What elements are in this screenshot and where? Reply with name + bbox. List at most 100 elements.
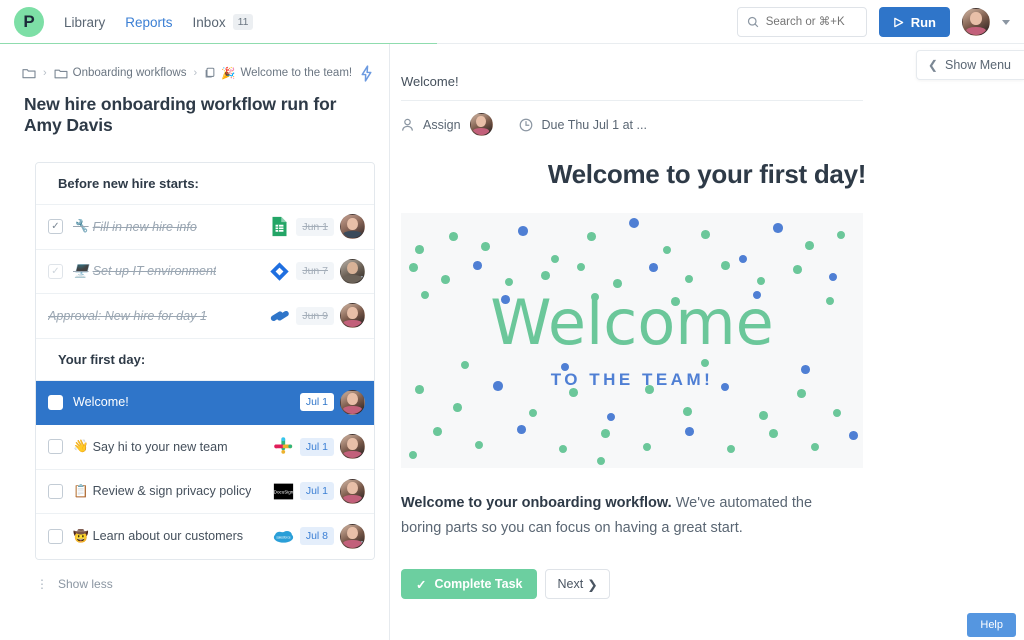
task-row[interactable]: 6 Welcome!Jul 1 bbox=[36, 380, 374, 425]
breadcrumb-item-welcome[interactable]: 🎉 Welcome to the team! bbox=[204, 66, 352, 80]
task-app-icon[interactable]: salesforce bbox=[273, 526, 294, 547]
task-section-header[interactable]: 1Before new hire starts: bbox=[36, 163, 374, 205]
task-due-date[interactable]: Jun 7 bbox=[296, 262, 334, 281]
assignee-avatar[interactable] bbox=[469, 113, 493, 136]
banner-confetti-dot bbox=[461, 361, 469, 369]
banner-confetti-dot bbox=[559, 445, 567, 453]
task-checkbox[interactable] bbox=[48, 394, 63, 410]
task-row[interactable]: 2 ✓🔧Fill in new hire info Jun 1 bbox=[36, 205, 374, 250]
task-row[interactable]: 3 ✓🖥️Set up IT environment Jun 72 bbox=[36, 249, 374, 294]
assign-label[interactable]: Assign bbox=[423, 118, 461, 132]
task-checkbox[interactable] bbox=[48, 483, 63, 499]
task-checkbox[interactable]: ✓ bbox=[48, 263, 63, 279]
nav-link-reports[interactable]: Reports bbox=[125, 15, 172, 30]
task-assignee-avatar[interactable]: 2 bbox=[340, 258, 365, 284]
breadcrumb-label-workflows: Onboarding workflows bbox=[72, 67, 187, 79]
banner-confetti-dot bbox=[829, 273, 837, 281]
banner-confetti-dot bbox=[793, 265, 802, 274]
banner-confetti-dot bbox=[629, 218, 639, 228]
banner-confetti-dot bbox=[561, 363, 569, 371]
banner-confetti-dot bbox=[727, 445, 735, 453]
task-checkbox[interactable] bbox=[48, 528, 63, 544]
banner-welcome-word: Welcome bbox=[490, 285, 774, 359]
task-app-icon[interactable] bbox=[273, 436, 294, 457]
task-row[interactable]: 8 📋Review & sign privacy policy DocuSign… bbox=[36, 469, 374, 514]
task-checkbox[interactable] bbox=[48, 439, 63, 455]
banner-confetti-dot bbox=[551, 255, 559, 263]
task-app-icon[interactable]: DocuSign bbox=[273, 481, 294, 502]
folder-icon[interactable] bbox=[22, 67, 36, 79]
next-button[interactable]: Next ❯ bbox=[545, 569, 610, 599]
jira-icon bbox=[270, 262, 289, 281]
show-less-button[interactable]: ⋮ Show less bbox=[36, 577, 389, 591]
assignee-count-badge: 2 bbox=[360, 275, 364, 283]
run-button[interactable]: Run bbox=[878, 7, 950, 37]
banner-confetti-dot bbox=[759, 411, 768, 420]
person-icon bbox=[401, 118, 414, 132]
task-app-icon[interactable] bbox=[269, 216, 290, 237]
show-menu-button[interactable]: ❮ Show Menu bbox=[915, 50, 1024, 80]
task-assignee-avatar[interactable] bbox=[340, 434, 365, 460]
search-icon bbox=[747, 16, 759, 28]
banner-confetti-dot bbox=[645, 385, 654, 394]
task-section-title: Your first day: bbox=[58, 351, 146, 367]
breadcrumb-separator-2: › bbox=[193, 67, 198, 79]
banner-confetti-dot bbox=[805, 241, 814, 250]
task-app-icon[interactable] bbox=[269, 261, 290, 282]
banner-confetti-dot bbox=[449, 232, 458, 241]
banner-confetti-dot bbox=[811, 443, 819, 451]
help-button[interactable]: Help bbox=[967, 613, 1016, 637]
breadcrumb-separator: › bbox=[43, 67, 47, 79]
task-row-label: Welcome! bbox=[73, 395, 129, 410]
banner-confetti-dot bbox=[721, 383, 729, 391]
user-avatar[interactable] bbox=[962, 8, 990, 36]
app-logo[interactable]: P bbox=[14, 7, 44, 37]
search-input[interactable] bbox=[765, 16, 857, 28]
banner-confetti-dot bbox=[473, 261, 482, 270]
banner-confetti-dot bbox=[481, 242, 490, 251]
task-due-date[interactable]: Jun 1 bbox=[296, 217, 334, 236]
task-assignee-avatar[interactable]: 2 bbox=[340, 523, 365, 549]
task-row-title: 🤠 Learn about our customers bbox=[73, 529, 243, 544]
task-due-date[interactable]: Jul 1 bbox=[299, 437, 334, 456]
banner-confetti-dot bbox=[649, 263, 658, 272]
complete-task-button[interactable]: ✓ Complete Task bbox=[401, 569, 538, 599]
next-button-label: Next bbox=[557, 577, 584, 591]
task-assignee-avatar[interactable] bbox=[340, 478, 365, 504]
banner-confetti-dot bbox=[409, 263, 418, 272]
task-due-date[interactable]: Jul 1 bbox=[299, 482, 334, 501]
right-panel: ❮ Show Menu Welcome! Assign Due Thu Jul … bbox=[390, 44, 1024, 640]
task-due-date[interactable]: Jul 8 bbox=[299, 527, 334, 546]
inbox-count-badge: 11 bbox=[232, 14, 254, 30]
complete-task-label: Complete Task bbox=[434, 577, 523, 591]
task-row-meta: salesforce Jul 8 2 bbox=[273, 523, 365, 549]
chevron-down-icon[interactable] bbox=[1002, 19, 1010, 25]
task-row-meta: Jun 1 bbox=[269, 214, 365, 240]
task-row-label: Approval: New hire for day 1 bbox=[48, 308, 207, 323]
task-row[interactable]: 9 🤠Learn about our customers salesforce … bbox=[36, 514, 374, 559]
task-row[interactable]: Approval: New hire for day 1 Jun 9 bbox=[36, 294, 374, 339]
search-box[interactable] bbox=[736, 7, 867, 37]
task-assignee-avatar[interactable] bbox=[340, 389, 365, 415]
task-checkbox[interactable]: ✓ bbox=[48, 219, 63, 235]
task-app-icon[interactable] bbox=[269, 305, 290, 326]
task-assignee-avatar[interactable] bbox=[340, 303, 365, 329]
task-due-date[interactable]: Jun 9 bbox=[296, 306, 334, 325]
left-panel: › Onboarding workflows › 🎉 Welcome to th… bbox=[0, 44, 390, 640]
lightning-bolt-icon[interactable] bbox=[360, 64, 373, 82]
banner-confetti-dot bbox=[701, 230, 710, 239]
task-row[interactable]: 7 👋Say hi to your new team Jul 1 bbox=[36, 425, 374, 470]
task-section-header[interactable]: 5Your first day: bbox=[36, 338, 374, 381]
svg-text:salesforce: salesforce bbox=[276, 535, 291, 539]
nav-link-inbox[interactable]: Inbox 11 bbox=[193, 14, 254, 30]
banner-confetti-dot bbox=[607, 413, 615, 421]
task-due-date[interactable]: Jul 1 bbox=[299, 393, 334, 412]
banner-confetti-dot bbox=[685, 275, 693, 283]
task-row-title: Approval: New hire for day 1 bbox=[48, 309, 207, 323]
task-assignee-avatar[interactable] bbox=[340, 214, 365, 240]
nav-link-library[interactable]: Library bbox=[64, 15, 105, 30]
nav-link-inbox-label: Inbox bbox=[192, 14, 226, 30]
banner-confetti-dot bbox=[613, 279, 622, 288]
due-date-label[interactable]: Due Thu Jul 1 at ... bbox=[542, 118, 647, 132]
breadcrumb-item-workflows[interactable]: Onboarding workflows bbox=[54, 67, 187, 79]
